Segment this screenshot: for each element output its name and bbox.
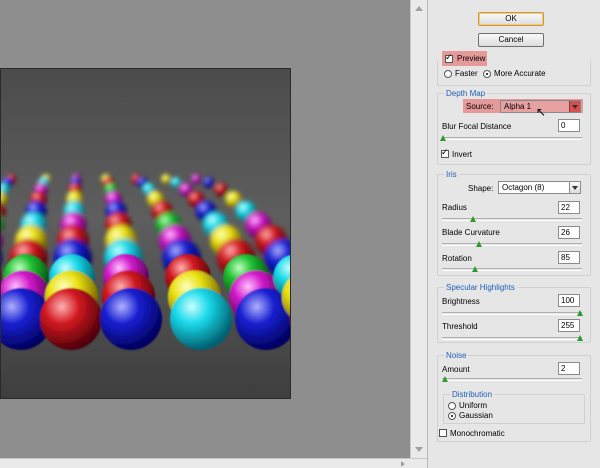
slider-thumb[interactable]	[476, 241, 482, 247]
vertical-scrollbar[interactable]	[410, 0, 427, 458]
rotation-input[interactable]: 85	[558, 251, 580, 264]
amount-input[interactable]: 2	[558, 362, 580, 375]
sphere	[170, 176, 182, 189]
amount-label: Amount	[442, 365, 470, 374]
distribution-title: Distribution	[450, 390, 495, 400]
threshold-label: Threshold	[442, 322, 478, 331]
threshold-slider[interactable]	[442, 335, 583, 341]
faster-radio[interactable]	[444, 70, 452, 78]
chevron-down-icon[interactable]	[569, 101, 580, 112]
sphere	[161, 174, 171, 184]
invert-checkbox[interactable]	[441, 148, 449, 158]
preview-canvas[interactable]	[0, 0, 410, 458]
slider-thumb[interactable]	[442, 376, 448, 382]
scroll-down-arrow-icon[interactable]	[415, 447, 423, 452]
sphere	[100, 288, 162, 350]
blade-curvature-label: Blade Curvature	[442, 228, 500, 237]
brightness-input[interactable]: 100	[558, 294, 580, 307]
iris-title: Iris	[444, 170, 459, 180]
specular-title: Specular Highlights	[444, 283, 517, 293]
radius-label: Radius	[442, 203, 467, 212]
threshold-input[interactable]: 255	[558, 319, 580, 332]
blade-curvature-slider[interactable]	[442, 241, 582, 247]
source-select-value: Alpha 1	[504, 102, 532, 111]
monochromatic-label: Monochromatic	[450, 429, 505, 438]
more-accurate-radio[interactable]	[483, 70, 491, 78]
blur-focal-input[interactable]: 0	[558, 119, 580, 132]
preview-image	[0, 68, 291, 399]
slider-thumb[interactable]	[577, 335, 583, 341]
horizontal-scrollbar[interactable]	[0, 458, 427, 468]
brightness-label: Brightness	[442, 297, 480, 306]
monochromatic-checkbox[interactable]	[439, 429, 447, 437]
sphere	[191, 174, 201, 184]
rotation-label: Rotation	[442, 254, 472, 263]
sphere	[40, 288, 102, 350]
mouse-cursor-icon: ↖	[536, 105, 547, 119]
blurred-spheres-image	[1, 69, 291, 398]
sphere	[170, 288, 232, 350]
radius-slider[interactable]	[442, 216, 582, 222]
options-panel: OK Cancel Preview Faster More Accurate D…	[427, 0, 600, 468]
brightness-slider[interactable]	[442, 310, 583, 316]
shape-select-value: Octagon (8)	[502, 183, 545, 192]
preview-pane	[0, 0, 427, 468]
sphere	[202, 176, 215, 189]
amount-slider[interactable]	[442, 376, 582, 382]
depth-map-title: Depth Map	[444, 89, 488, 99]
faster-label: Faster	[455, 69, 478, 78]
cancel-button[interactable]: Cancel	[478, 33, 544, 47]
blur-focal-slider[interactable]	[440, 135, 582, 141]
scroll-right-arrow-icon[interactable]	[401, 461, 405, 467]
noise-title: Noise	[444, 351, 469, 361]
chevron-down-icon[interactable]	[569, 182, 580, 193]
blade-curvature-input[interactable]: 26	[558, 226, 580, 239]
invert-label: Invert	[452, 150, 473, 159]
more-accurate-label: More Accurate	[494, 69, 546, 78]
slider-thumb[interactable]	[470, 216, 476, 222]
gaussian-label: Gaussian	[459, 411, 493, 420]
source-label: Source:	[466, 102, 494, 111]
uniform-radio[interactable]	[448, 402, 456, 410]
shape-select[interactable]: Octagon (8)	[498, 181, 581, 194]
shape-label: Shape:	[468, 184, 494, 193]
radius-input[interactable]: 22	[558, 201, 580, 214]
gaussian-radio[interactable]	[448, 412, 456, 420]
slider-thumb[interactable]	[440, 135, 446, 141]
uniform-label: Uniform	[459, 401, 488, 410]
sphere	[214, 182, 228, 197]
slider-thumb[interactable]	[577, 310, 583, 316]
blur-focal-label: Blur Focal Distance	[442, 122, 512, 131]
ok-button[interactable]: OK	[478, 12, 544, 26]
sphere	[290, 288, 291, 350]
rotation-slider[interactable]	[442, 266, 582, 272]
slider-thumb[interactable]	[472, 266, 478, 272]
scroll-up-arrow-icon[interactable]	[415, 6, 423, 11]
